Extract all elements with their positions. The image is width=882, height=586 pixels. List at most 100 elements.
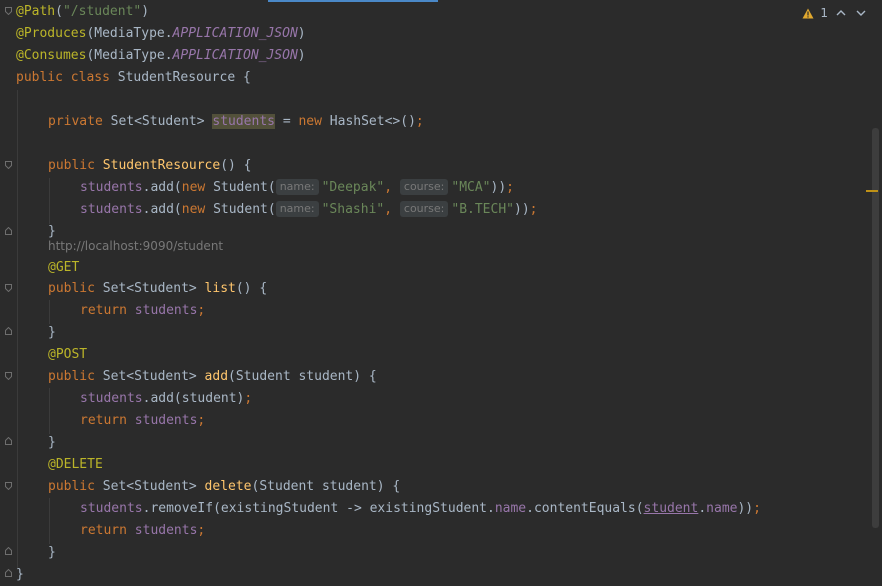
code-token: new [298, 114, 330, 129]
code-token: () { [235, 281, 268, 296]
code-token: name [494, 501, 527, 516]
code-line: public Set<Student> add(Student student)… [48, 366, 377, 388]
fold-icon[interactable] [5, 227, 12, 235]
code-token: Set<Student> [102, 369, 205, 384]
code-line: @Produces(MediaType.APPLICATION_JSON) [16, 23, 306, 45]
code-line: @DELETE [48, 454, 103, 476]
chevron-up-icon[interactable] [834, 6, 848, 20]
code-token: ) [297, 26, 306, 41]
code-token: .add( [142, 202, 182, 217]
code-token: Set<Student> [102, 281, 205, 296]
code-token: } [16, 567, 24, 582]
code-token: @POST [48, 347, 88, 362]
code-line: public StudentResource() { [48, 155, 252, 177]
code-line: students.add(student); [80, 388, 252, 410]
code-token: public [48, 281, 103, 296]
code-token: students [134, 523, 198, 538]
code-token: } [48, 325, 56, 340]
inspection-widget[interactable]: 1 [802, 6, 868, 20]
code-line: return students; [80, 300, 205, 322]
code-line: @GET [48, 257, 79, 279]
code-token: } [48, 435, 56, 450]
code-token: = [275, 114, 299, 129]
code-token: "B.TECH" [451, 202, 514, 217]
code-token: new [181, 180, 214, 195]
parameter-hint: course: [399, 201, 449, 217]
code-token: ; [244, 391, 253, 406]
vertical-scrollbar[interactable] [872, 128, 879, 528]
code-line: students.add(new Student(name: "Shashi", … [80, 199, 537, 221]
fold-icon[interactable] [5, 372, 12, 380]
code-line: students.removeIf(existingStudent -> exi… [80, 498, 761, 520]
code-token: Student( [213, 180, 276, 195]
code-token: () { [220, 158, 252, 173]
indent-guide [49, 178, 50, 224]
code-token: (Student student) { [251, 479, 401, 494]
code-token: students [80, 501, 143, 516]
warning-icon [802, 8, 814, 19]
code-token: public class [16, 70, 118, 85]
code-token: public [48, 479, 103, 494]
parameter-hint: course: [399, 179, 449, 195]
code-token: @Path [16, 4, 56, 19]
chevron-down-icon[interactable] [854, 6, 868, 20]
code-token: add [204, 369, 229, 384]
code-token: return [80, 303, 135, 318]
fold-icon[interactable] [5, 482, 12, 490]
code-line: return students; [80, 520, 205, 542]
fold-icon[interactable] [5, 284, 12, 292]
code-line: @Path("/student") [16, 1, 149, 23]
code-token: student [643, 501, 699, 516]
code-token: } [48, 545, 56, 560]
indent-guide [49, 498, 50, 544]
code-line: } [48, 542, 56, 564]
code-token: @Produces [16, 26, 87, 41]
code-token: ; [197, 523, 206, 538]
code-line: } [48, 322, 56, 344]
code-token: students [134, 413, 198, 428]
code-token: delete [204, 479, 252, 494]
fold-icon[interactable] [5, 161, 12, 169]
code-token: private [48, 114, 111, 129]
code-token: "MCA" [451, 180, 491, 195]
code-token: (MediaType. [86, 48, 173, 63]
code-token: (MediaType. [86, 26, 173, 41]
code-token: (Student student) { [228, 369, 377, 384]
code-token: students [80, 180, 143, 195]
code-token: ( [55, 4, 63, 19]
code-token: HashSet<>() [329, 114, 416, 129]
endpoint-url-hint[interactable]: http://localhost:9090/student [48, 239, 223, 253]
active-tab-indicator [268, 0, 438, 2]
code-token: "Shashi" [321, 202, 385, 217]
code-token: .add( [142, 180, 182, 195]
indent-guide [49, 388, 50, 434]
code-token: APPLICATION_JSON [172, 26, 298, 41]
fold-icon[interactable] [5, 547, 12, 555]
code-token: , [384, 180, 400, 195]
code-line: public class StudentResource { [16, 67, 251, 89]
code-line: public Set<Student> list() { [48, 278, 267, 300]
fold-icon[interactable] [5, 327, 12, 335]
code-token: ) [141, 4, 150, 19]
fold-icon[interactable] [5, 7, 12, 15]
code-token: StudentResource { [117, 70, 251, 85]
code-token: ; [753, 501, 761, 516]
code-line: } [48, 432, 56, 454]
fold-icon[interactable] [5, 569, 12, 577]
code-token: new [181, 202, 214, 217]
indent-guide [49, 300, 50, 324]
code-token: "/student" [62, 4, 142, 19]
code-line: return students; [80, 410, 205, 432]
code-line: public Set<Student> delete(Student stude… [48, 476, 400, 498]
code-token: StudentResource [102, 158, 221, 173]
code-token: @Consumes [16, 48, 87, 63]
fold-icon[interactable] [5, 437, 12, 445]
parameter-hint: name: [275, 179, 319, 195]
code-token: } [48, 224, 56, 239]
code-token: ; [506, 180, 514, 195]
indent-guide [17, 90, 18, 570]
warning-marker[interactable] [866, 190, 878, 192]
code-token: , [384, 202, 400, 217]
code-token: return [80, 413, 135, 428]
code-token: ; [197, 303, 206, 318]
